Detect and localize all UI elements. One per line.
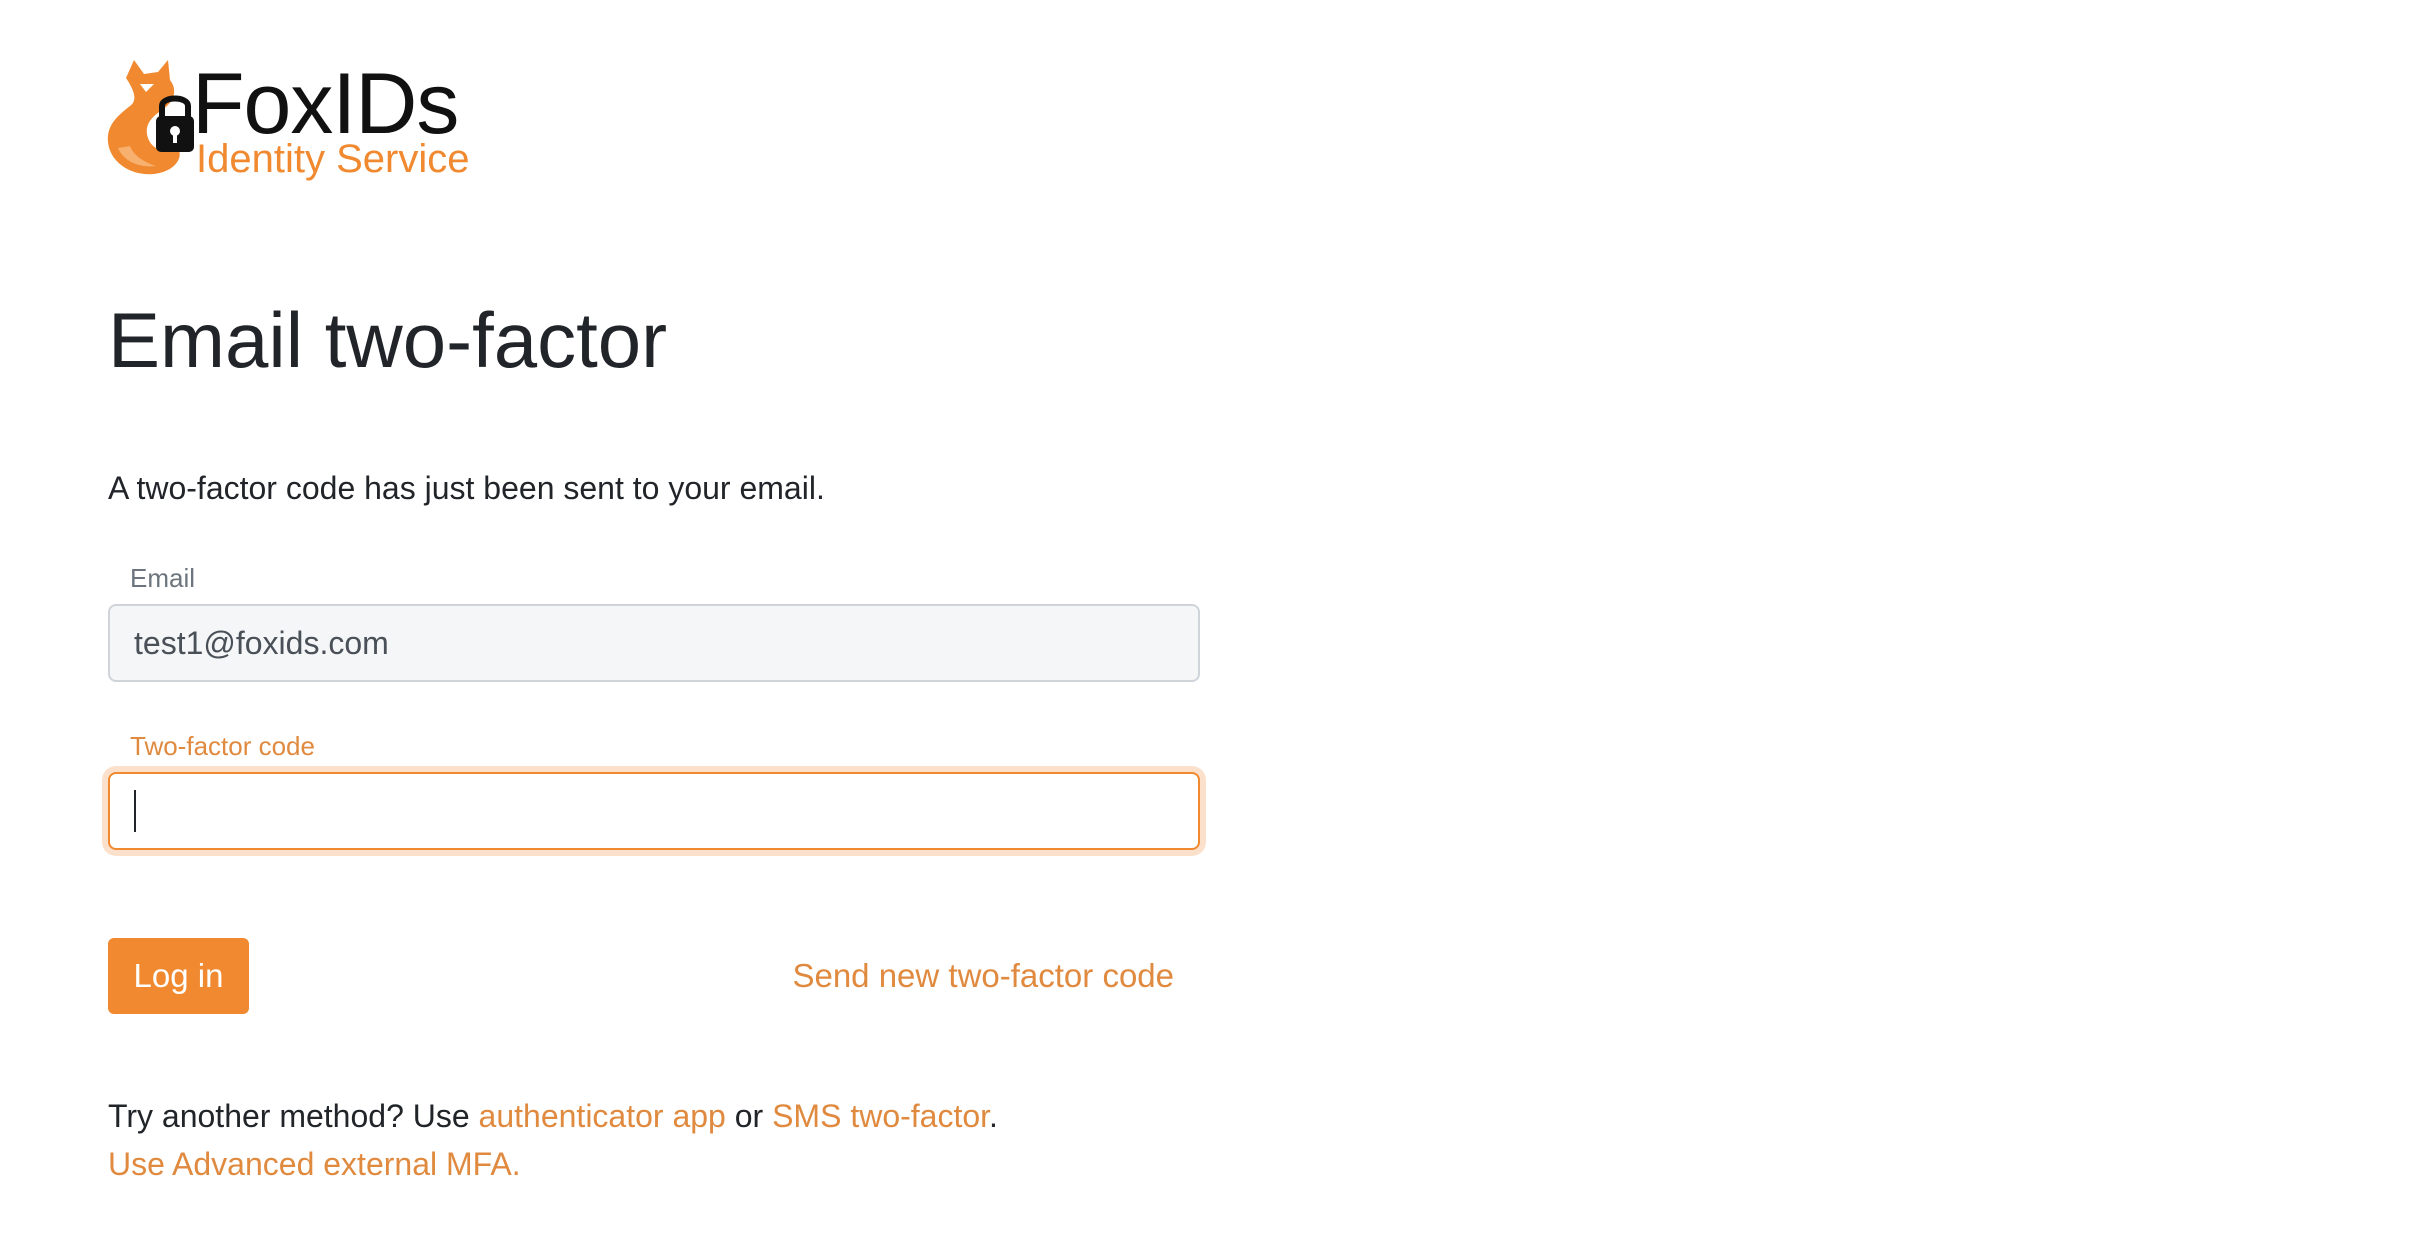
two-factor-code-field-group: Two-factor code [108, 728, 1200, 850]
login-page: FoxIDs Identity Service Email two-factor… [0, 0, 2416, 1249]
sms-two-factor-link[interactable]: SMS two-factor [772, 1098, 989, 1134]
two-factor-code-label: Two-factor code [130, 731, 315, 761]
external-mfa-link[interactable]: Use Advanced external MFA. [108, 1146, 521, 1182]
brand-tagline: Identity Service [196, 137, 470, 181]
email-label: Email [130, 563, 196, 593]
page-title: Email two-factor [108, 296, 668, 384]
alt-prefix-text: Try another method? Use [108, 1098, 470, 1134]
text-caret [134, 790, 136, 832]
alternative-methods-line: Try another method? Use authenticator ap… [108, 1092, 998, 1140]
alternative-methods: Try another method? Use authenticator ap… [108, 1092, 998, 1188]
alt-or-text: or [734, 1098, 764, 1134]
email-field-group: Email test1@foxids.com [108, 560, 1200, 682]
login-button[interactable]: Log in [108, 938, 249, 1014]
foxids-logo: FoxIDs Identity Service [104, 56, 484, 188]
email-field[interactable]: test1@foxids.com [108, 604, 1200, 682]
send-new-code-link[interactable]: Send new two-factor code [792, 954, 1174, 998]
two-factor-code-input[interactable] [108, 772, 1200, 850]
fox-lock-icon [107, 60, 194, 175]
intro-text: A two-factor code has just been sent to … [108, 470, 825, 506]
authenticator-app-link[interactable]: authenticator app [479, 1098, 726, 1134]
alt-suffix-text: . [989, 1098, 998, 1134]
